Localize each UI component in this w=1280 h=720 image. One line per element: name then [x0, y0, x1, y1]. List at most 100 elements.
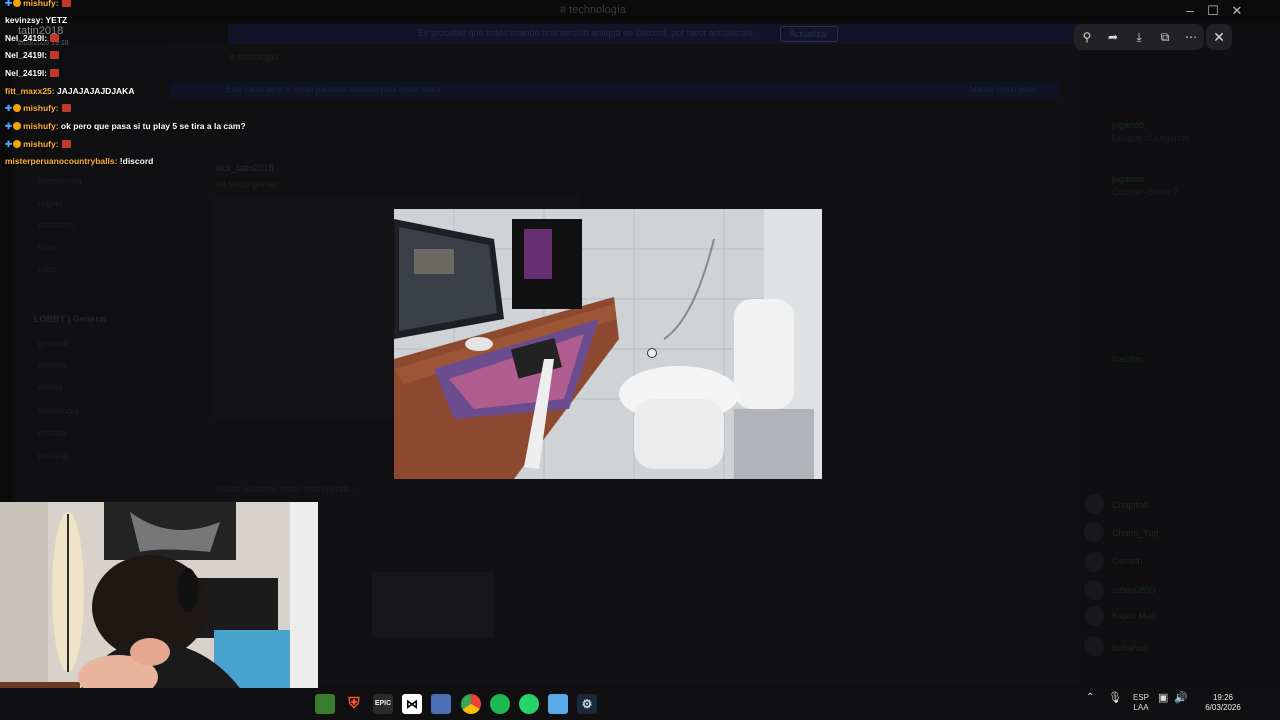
- minecraft-icon[interactable]: [315, 694, 335, 714]
- chat-line: ✚ mishufy:: [5, 103, 71, 114]
- slowmode-notice: Este canal tiene el modo pausado activad…: [170, 82, 1060, 98]
- volume-icon[interactable]: 🔊: [1174, 693, 1188, 704]
- channel-item[interactable]: anuncios: [38, 220, 74, 230]
- chat-message: YETZ: [45, 15, 68, 25]
- sword-icon: ✚: [5, 103, 13, 113]
- avatar[interactable]: [1084, 580, 1104, 600]
- channel-item[interactable]: tecnologia: [38, 406, 79, 416]
- taskbar-clock[interactable]: 19:26 6/03/2026: [1198, 693, 1248, 713]
- emote-icon: [61, 140, 71, 148]
- member-name[interactable]: Chami_Yup: [1112, 528, 1159, 538]
- chat-username: fitt_maxx25:: [5, 86, 55, 96]
- steam-icon[interactable]: ⚙: [577, 694, 597, 714]
- avatar[interactable]: [1084, 522, 1104, 542]
- chat-line: fitt_maxx25: JAJAJAJAJDJAKA: [5, 86, 134, 96]
- chat-username: Nel_2419l:: [5, 50, 48, 60]
- brave-icon[interactable]: ⛨: [344, 694, 364, 714]
- member-name[interactable]: Kickin Mati: [1112, 611, 1156, 621]
- chrome-icon[interactable]: [461, 694, 481, 714]
- chat-message: !discord: [119, 156, 154, 166]
- chat-line: misterperuanocountryballs: !discord: [5, 156, 153, 166]
- member-name[interactable]: ruben0890: [1112, 585, 1155, 595]
- channel-item[interactable]: reglas: [38, 198, 63, 208]
- banner-update-button[interactable]: Actualizar: [780, 26, 838, 42]
- channel-item[interactable]: general: [38, 338, 68, 348]
- channel-item[interactable]: bienvenida: [38, 176, 82, 186]
- avatar[interactable]: [1084, 636, 1104, 656]
- emote-icon: [50, 69, 60, 77]
- chat-username: Nel_2419l:: [5, 68, 48, 78]
- emote-icon: [61, 104, 71, 112]
- epic-games-icon[interactable]: EPIC: [373, 694, 393, 714]
- channel-category[interactable]: LOBBY | General: [34, 314, 106, 324]
- language-layout: LAA: [1133, 703, 1149, 712]
- channel-header: # tecnologia: [230, 52, 279, 62]
- badge-icon: [13, 0, 22, 7]
- spotify-icon[interactable]: [490, 694, 510, 714]
- chat-line: ✚ mishufy:: [5, 0, 71, 9]
- message-attachment[interactable]: [372, 572, 494, 638]
- member-name[interactable]: jugando: [1112, 174, 1144, 184]
- channel-item[interactable]: musica: [38, 428, 67, 438]
- avatar[interactable]: [1084, 606, 1104, 626]
- banner-text: Es probable que estés usando una versión…: [418, 28, 755, 38]
- channel-item[interactable]: gaming: [38, 450, 68, 460]
- notice-text: Este canal tiene el modo pausado activad…: [226, 85, 441, 94]
- chat-message: ok pero que pasa si tu play 5 se tira a …: [60, 121, 246, 131]
- zoom-icon[interactable]: ⚲: [1078, 30, 1096, 44]
- viewer-image[interactable]: [394, 209, 822, 479]
- notepad-icon[interactable]: [548, 694, 568, 714]
- badge-icon: [13, 122, 22, 130]
- network-icon[interactable]: ▣: [1158, 693, 1168, 704]
- forward-icon[interactable]: ➦: [1104, 30, 1122, 44]
- clock-time: 19:26: [1212, 693, 1234, 702]
- typing-indicator: Varios usuarios están escribiendo...: [216, 484, 358, 494]
- chat-username: kevinzsy:: [5, 15, 44, 25]
- close-icon[interactable]: ✕: [1206, 24, 1232, 50]
- member-name[interactable]: jugando: [1112, 120, 1144, 130]
- chat-line: Nel_2419l:: [5, 50, 60, 60]
- mark-read-button[interactable]: Marcar como leído: [970, 85, 1036, 94]
- whatsapp-icon[interactable]: [519, 694, 539, 714]
- channel-item[interactable]: memes: [38, 360, 68, 370]
- capcut-icon[interactable]: ⋈: [402, 694, 422, 714]
- minimize-button[interactable]: –: [1180, 2, 1200, 20]
- calculator-icon[interactable]: [431, 694, 451, 714]
- maximize-button[interactable]: ☐: [1203, 2, 1223, 20]
- chat-message: JAJAJAJAJDJAKA: [56, 86, 135, 96]
- sword-icon: ✚: [5, 139, 13, 149]
- title-bar: # technología: [0, 0, 1280, 22]
- member-name[interactable]: Inactivo: [1112, 354, 1143, 364]
- avatar[interactable]: [1084, 494, 1104, 514]
- emote-icon: [50, 34, 60, 42]
- chat-username: Nel_2419l:: [5, 33, 48, 43]
- chat-line: kevinzsy: YETZ: [5, 15, 67, 25]
- download-icon[interactable]: ⤓: [1130, 30, 1148, 45]
- cursor-icon: [647, 348, 657, 358]
- microphone-icon[interactable]: 🎙: [1108, 693, 1122, 704]
- chat-username: misterperuanocountryballs:: [5, 156, 118, 166]
- message-author[interactable]: kick_tatin2018: [216, 163, 274, 173]
- language-code: ESP: [1132, 693, 1149, 702]
- channel-item[interactable]: media: [38, 382, 63, 392]
- badge-icon: [13, 140, 22, 148]
- avatar[interactable]: [1084, 552, 1104, 572]
- channel-item[interactable]: clips: [38, 264, 56, 274]
- channel-item[interactable]: roles: [38, 242, 58, 252]
- member-name[interactable]: Bribahus: [1112, 643, 1148, 653]
- chat-line: ✚ mishufy: ok pero que pasa si tu play 5 …: [5, 121, 246, 132]
- chat-username: mishufy:: [23, 103, 59, 113]
- more-icon[interactable]: ⋯: [1182, 30, 1200, 44]
- emote-icon: [50, 51, 60, 59]
- photo-illustration: [394, 209, 822, 479]
- emote-icon: [61, 0, 71, 7]
- message-text: mi setup gamer: [216, 179, 279, 189]
- chevron-up-icon[interactable]: ⌃: [1086, 693, 1094, 703]
- member-name[interactable]: Gerreth: [1112, 556, 1143, 566]
- clock-date: 6/03/2026: [1205, 703, 1241, 712]
- open-external-icon[interactable]: ⧉: [1156, 30, 1174, 45]
- chat-line: Nel_2419l:: [5, 68, 60, 78]
- close-window-button[interactable]: ✕: [1227, 2, 1247, 20]
- member-name[interactable]: Chupitos: [1112, 500, 1148, 510]
- language-indicator[interactable]: ESP LAA: [1130, 693, 1152, 713]
